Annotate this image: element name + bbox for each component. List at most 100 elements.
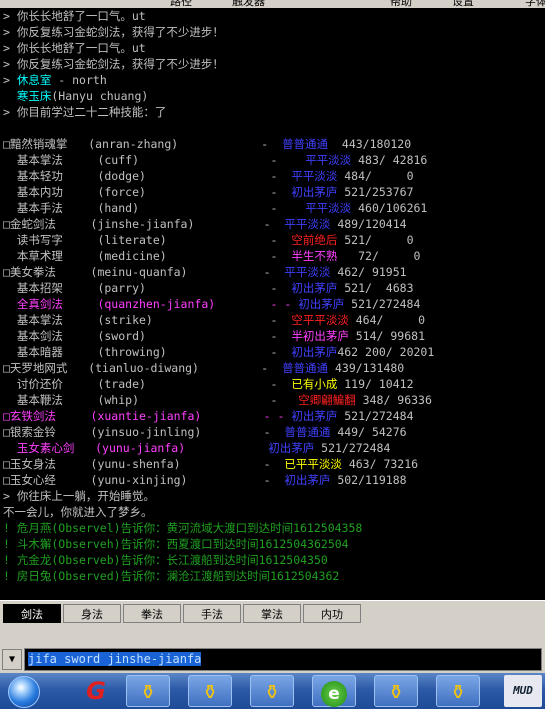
terminal-text-segment: 514/ 99681 — [348, 329, 425, 343]
terminal-text-segment: - north — [51, 73, 107, 87]
history-dropdown-button[interactable]: ▼ — [2, 649, 22, 670]
terminal-text-segment: 基本鞭法 (whip) - — [3, 393, 299, 407]
terminal-line: ! 亢金龙(Observeb)告诉你：长江渡船到达时间1612504350 — [3, 552, 328, 568]
terminal-text-segment: ! 房日兔(Observed)告诉你：澜沧江渡船到达时间1612504362 — [3, 569, 340, 583]
terminal-line: □美女拳法 (meinu-quanfa) - 平平淡淡 462/ 91951 — [3, 264, 407, 280]
terminal-text-segment: > 你目前学过二十二种技能：了 — [3, 105, 167, 119]
terminal-line: □天罗地网式 (tianluo-diwang) - 普普通通 439/13148… — [3, 360, 404, 376]
menu-item[interactable]: 设置 — [452, 0, 474, 8]
terminal-text-segment: 普普通通 — [282, 137, 329, 151]
terminal-text-segment: 已平平淡淡 — [284, 457, 342, 471]
taskbar-mud-window-3[interactable]: ⚱ — [250, 675, 294, 707]
tab-skill-category[interactable]: 掌法 — [243, 604, 301, 623]
terminal-text-segment: 初出茅庐 — [291, 185, 338, 199]
terminal-text-segment: 平平淡淡 — [305, 201, 352, 215]
terminal-text-segment: 439/131480 — [328, 361, 405, 375]
menu-item[interactable]: 帮助 — [390, 0, 412, 8]
terminal-text-segment: 半生不熟 — [291, 249, 338, 263]
terminal-text-segment: 449/ 54276 — [330, 425, 407, 439]
terminal-line: □玉女身法 (yunu-shenfa) - 已平平淡淡 463/ 73216 — [3, 456, 418, 472]
terminal-text-segment: 空平平淡淡 — [291, 313, 349, 327]
taskbar-mud-window-1[interactable]: ⚱ — [126, 675, 170, 707]
terminal-text-segment: 基本招架 (parry) - — [3, 281, 292, 295]
terminal-line: > 你长长地舒了一口气。ut — [3, 40, 146, 56]
command-input[interactable]: jifa sword jinshe-jianfa — [24, 648, 542, 671]
terminal-text-segment: 休息室 — [16, 73, 52, 87]
terminal-text-segment: ! 危月燕(Observel)告诉你：黄河流域大渡口到达时间1612504358 — [3, 521, 363, 535]
g-logo-icon: G — [86, 677, 106, 705]
terminal-text-segment: 本草术理 (medicine) - — [3, 249, 292, 263]
menu-item[interactable]: 触发器 — [232, 0, 265, 8]
magic-lamp-icon: ⚱ — [263, 680, 281, 704]
terminal-text-segment: 普普通通 — [282, 361, 329, 375]
terminal-text-segment: 读书写字 (literate) - — [3, 233, 292, 247]
terminal-text-segment: □天罗地网式 (tianluo-diwang) - — [3, 361, 283, 375]
terminal-line: 基本内功 (force) - 初出茅庐 521/253767 — [3, 184, 414, 200]
terminal-line: 读书写字 (literate) - 空前绝后 521/ 0 — [3, 232, 414, 248]
tab-skill-category[interactable]: 身法 — [63, 604, 121, 623]
terminal-line: 基本剑法 (sword) - 半初出茅庐 514/ 99681 — [3, 328, 425, 344]
windows-orb-icon — [8, 676, 40, 708]
menu-item[interactable]: 字体 — [525, 0, 545, 8]
terminal-line: > 休息室 - north — [3, 72, 107, 88]
terminal-text-segment: 483/ 42816 — [351, 153, 428, 167]
tab-skill-category[interactable]: 剑法 — [3, 604, 61, 623]
terminal-text-segment: 521/253767 — [337, 185, 414, 199]
terminal-line: > 你往床上一躺，开始睡觉。 — [3, 488, 155, 504]
zmud-logo-icon[interactable]: MUD — [504, 675, 542, 707]
terminal-text-segment: 基本暗器 (throwing) - — [3, 345, 292, 359]
tab-skill-category[interactable]: 拳法 — [123, 604, 181, 623]
terminal-text-segment: 玉女素心剑 (yunu-jianfa) — [3, 441, 269, 455]
terminal-text-segment: 平平淡淡 — [284, 265, 331, 279]
terminal-text-segment: 平平淡淡 — [291, 169, 338, 183]
taskbar-browser[interactable]: e — [312, 675, 356, 707]
terminal-text-segment: ! 斗木獬(Observeh)告诉你：西夏渡口到达时间1612504362504 — [3, 537, 349, 551]
terminal-text-segment: > 你长长地舒了一口气。ut — [3, 41, 146, 55]
tab-skill-category[interactable]: 内功 — [303, 604, 361, 623]
terminal-text-segment: 521/ 4683 — [337, 281, 414, 295]
terminal-text-segment: 348/ 96336 — [355, 393, 432, 407]
terminal-line: 本草术理 (medicine) - 半生不熟 72/ 0 — [3, 248, 421, 264]
terminal-line: ! 危月燕(Observel)告诉你：黄河流域大渡口到达时间1612504358 — [3, 520, 362, 536]
terminal-text-segment: 521/272484 — [344, 297, 421, 311]
terminal-text-segment: 已有小成 — [291, 377, 338, 391]
terminal-line: □金蛇剑法 (jinshe-jianfa) - 平平淡淡 489/120414 — [3, 216, 407, 232]
terminal-text-segment: 462 200/ 20201 — [337, 345, 435, 359]
taskbar-app-g[interactable]: G — [74, 675, 118, 707]
toolbar-spacer — [0, 626, 545, 646]
terminal-output: > 你长长地舒了一口气。ut > 你反复练习金蛇剑法，获得了不少进步！ > 你长长地… — [0, 8, 545, 600]
browser-e-icon: e — [321, 681, 347, 707]
terminal-text-segment: > 你反复练习金蛇剑法，获得了不少进步！ — [3, 25, 224, 39]
tab-skill-category[interactable]: 手法 — [183, 604, 241, 623]
terminal-line: 基本掌法 (strike) - 空平平淡淡 464/ 0 — [3, 312, 425, 328]
taskbar: G ⚱ ⚱ ⚱ e ⚱ ⚱ MUD — [0, 673, 545, 709]
taskbar-mud-window-2[interactable]: ⚱ — [188, 675, 232, 707]
terminal-text-segment: 基本掌法 (strike) - — [3, 313, 292, 327]
terminal-text-segment: 484/ 0 — [337, 169, 414, 183]
terminal-text-segment: 443/180120 — [328, 137, 412, 151]
terminal-text-segment: 普普通通 — [284, 425, 331, 439]
terminal-line: 基本轻功 (dodge) - 平平淡淡 484/ 0 — [3, 168, 414, 184]
terminal-text-segment: (Hanyu chuang) — [51, 89, 149, 103]
terminal-line: 基本招架 (parry) - 初出茅庐 521/ 4683 — [3, 280, 414, 296]
terminal-text-segment: 489/120414 — [330, 217, 407, 231]
terminal-text-segment: > 你往床上一躺，开始睡觉。 — [3, 489, 155, 503]
skill-tab-bar: 剑法 身法 拳法 手法 掌法 内功 — [0, 600, 545, 627]
start-button[interactable] — [2, 675, 46, 708]
terminal-line: 基本暗器 (throwing) - 初出茅庐462 200/ 20201 — [3, 344, 434, 360]
terminal-line: 全真剑法 (quanzhen-jianfa) - - 初出茅庐 521/2724… — [3, 296, 421, 312]
terminal-text-segment: 初出茅庐 — [291, 281, 338, 295]
terminal-text-segment: ! 亢金龙(Observeb)告诉你：长江渡船到达时间1612504350 — [3, 553, 328, 567]
terminal-text-segment: 基本轻功 (dodge) - — [3, 169, 292, 183]
terminal-text-segment: 半初出茅庐 — [291, 329, 349, 343]
terminal-text-segment: 空卿翩鳊翻 — [298, 393, 356, 407]
menu-item[interactable]: 路径 — [170, 0, 192, 8]
terminal-line: > 你反复练习金蛇剑法，获得了不少进步！ — [3, 56, 224, 72]
taskbar-mud-window-5[interactable]: ⚱ — [436, 675, 480, 707]
terminal-text-segment: 初出茅庐 — [284, 473, 331, 487]
terminal-line: > 你长长地舒了一口气。ut — [3, 8, 146, 24]
taskbar-mud-window-4[interactable]: ⚱ — [374, 675, 418, 707]
terminal-text-segment: □金蛇剑法 (jinshe-jianfa) - — [3, 217, 285, 231]
terminal-text-segment: 502/119188 — [330, 473, 407, 487]
terminal-line: ! 斗木獬(Observeh)告诉你：西夏渡口到达时间1612504362504 — [3, 536, 349, 552]
